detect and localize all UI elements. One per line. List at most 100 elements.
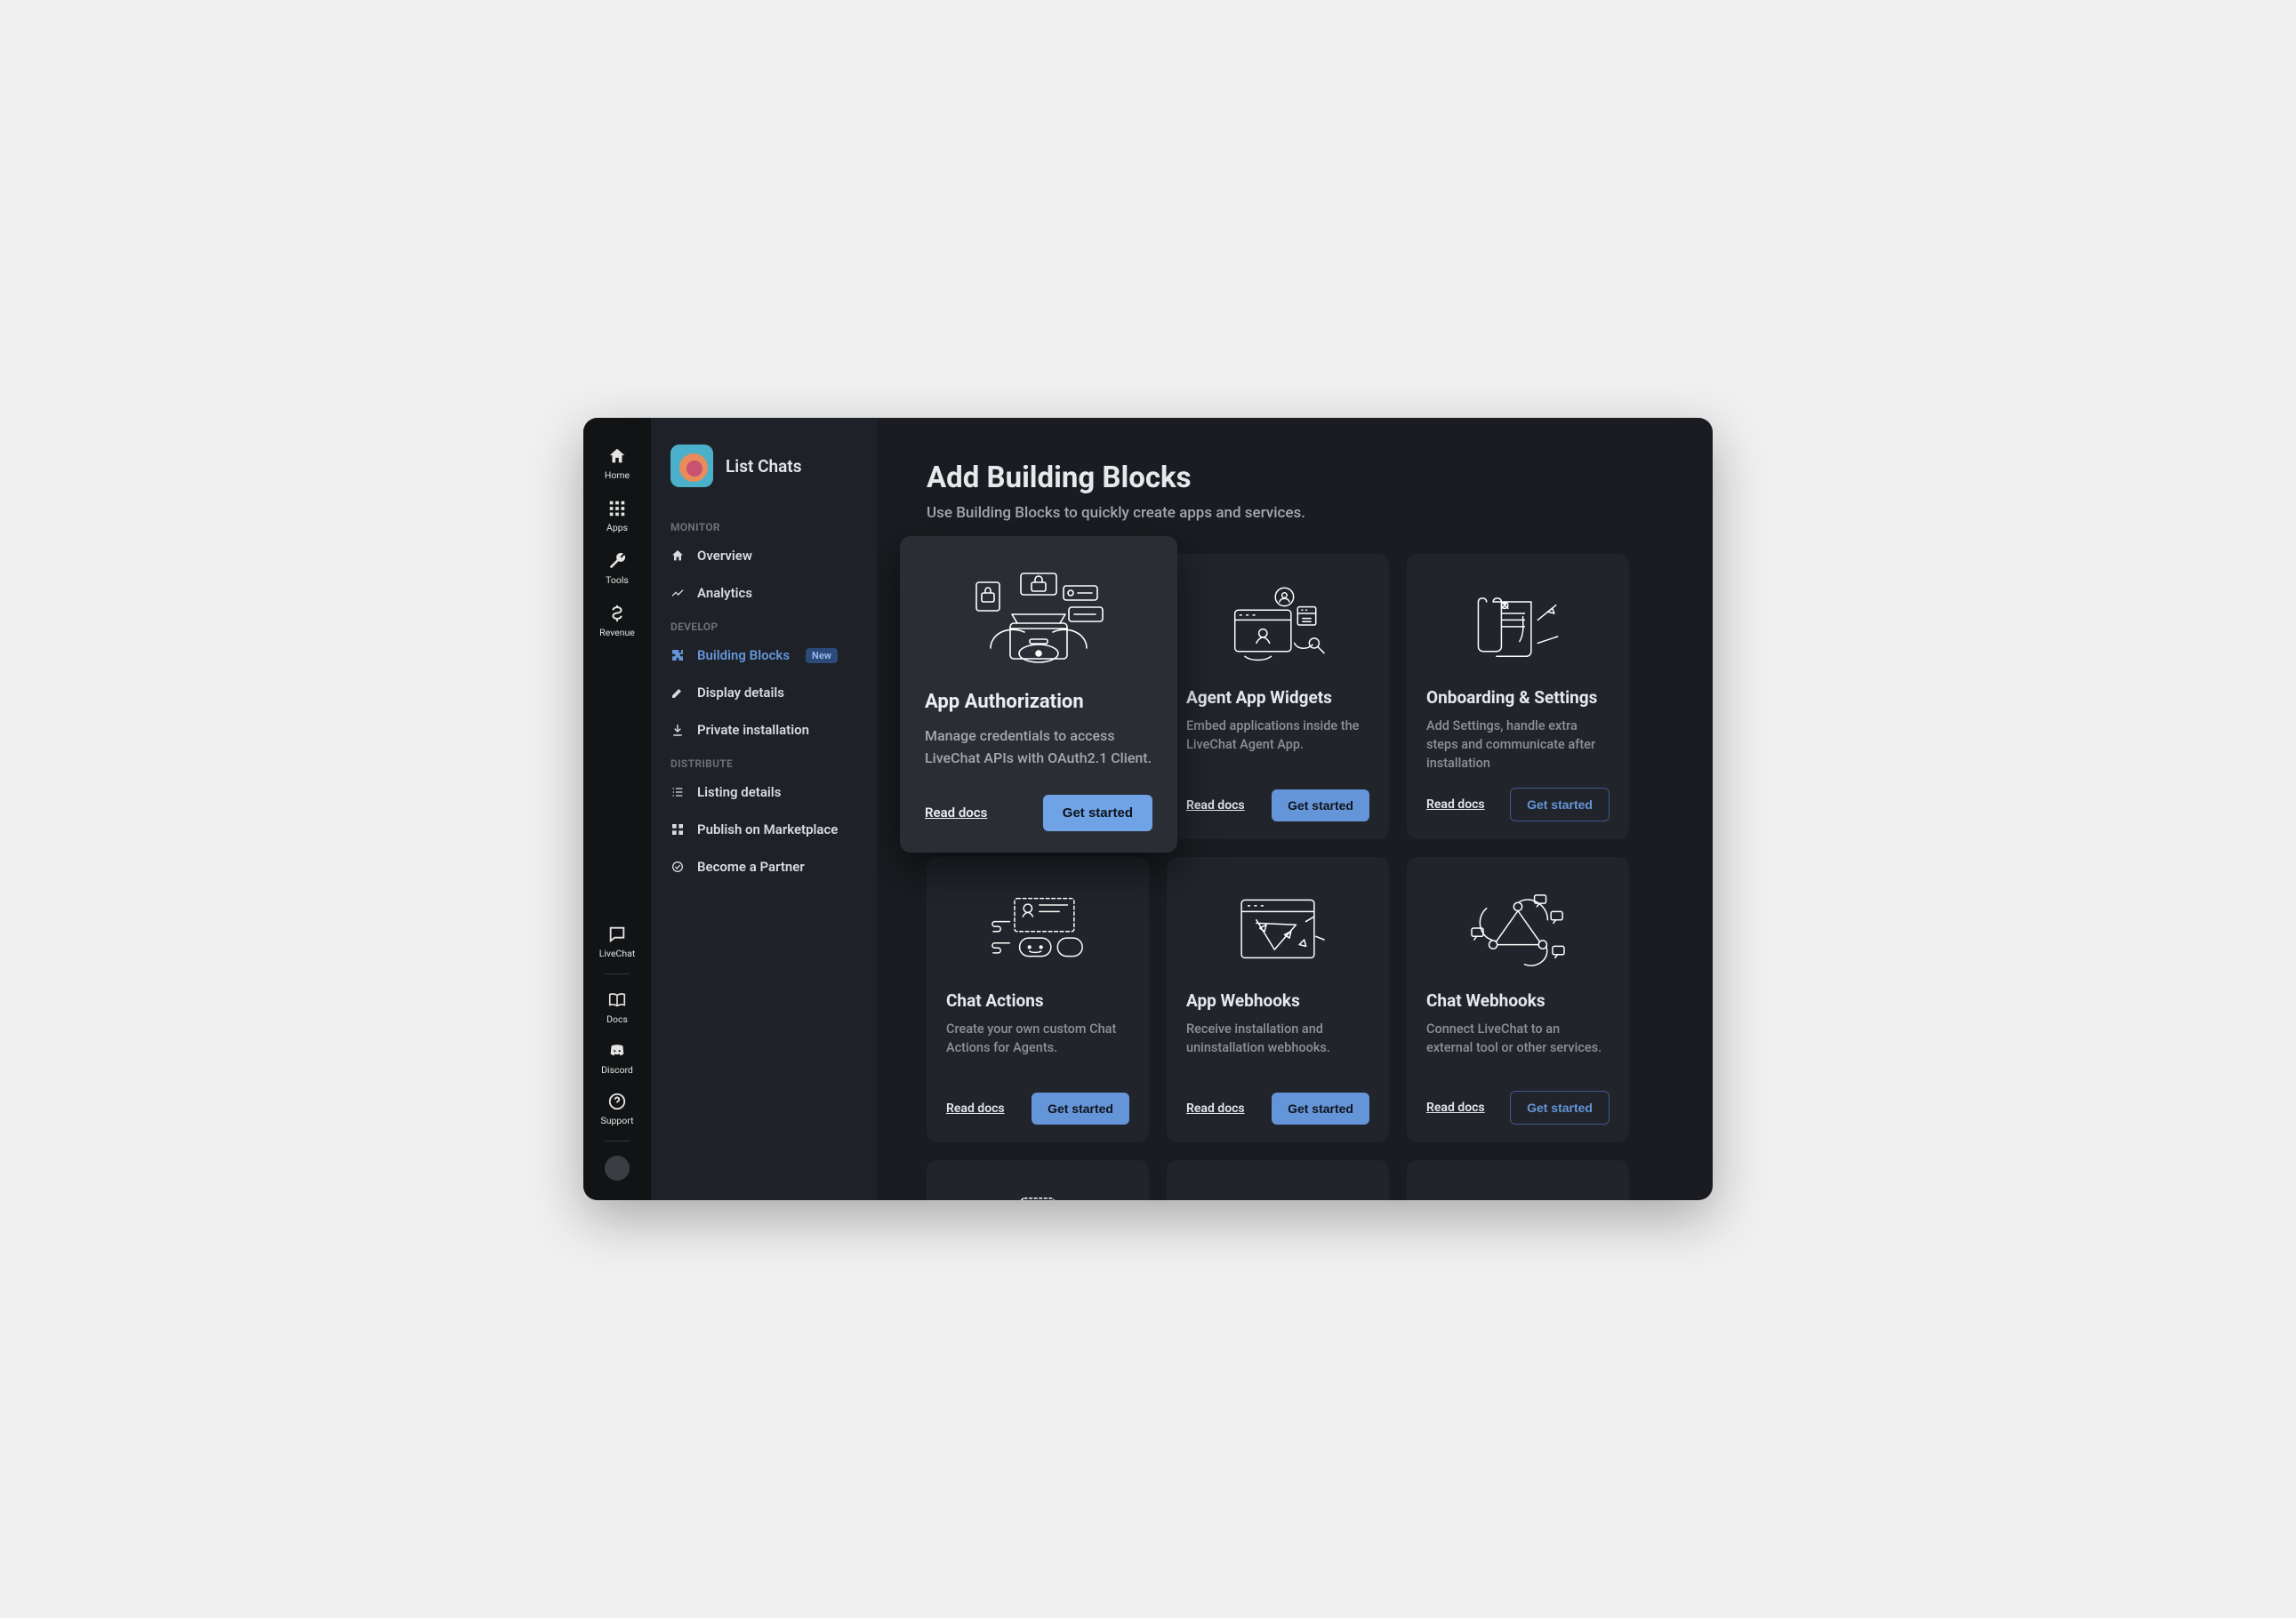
sidebar-item-private-installation[interactable]: Private installation: [651, 711, 877, 749]
sidebar-item-label: Listing details: [697, 784, 781, 800]
card-title: Chat Webhooks: [1426, 990, 1610, 1011]
app-title: List Chats: [726, 456, 801, 477]
featured-title: App Authorization: [925, 691, 1152, 713]
read-docs-link[interactable]: Read docs: [1186, 1101, 1245, 1116]
apps-icon: [607, 499, 627, 518]
new-badge: New: [806, 648, 838, 663]
nav-rail: Home Apps Tools Revenue LiveChat: [583, 418, 651, 1200]
sidebar-item-label: Publish on Marketplace: [697, 821, 838, 837]
wrench-icon: [607, 551, 627, 571]
sidebar-item-label: Analytics: [697, 585, 752, 601]
sidebar-item-label: Become a Partner: [697, 859, 805, 875]
card-partial: [1407, 1160, 1629, 1200]
home-icon: [607, 446, 627, 466]
read-docs-link[interactable]: Read docs: [1186, 798, 1245, 813]
section-distribute-label: DISTRIBUTE: [651, 749, 877, 773]
app-header: List Chats: [651, 445, 877, 512]
read-docs-link[interactable]: Read docs: [1426, 1101, 1485, 1115]
discord-icon: [607, 1041, 627, 1061]
rail-home[interactable]: Home: [599, 439, 635, 486]
book-icon: [607, 990, 627, 1010]
sidebar-item-publish-marketplace[interactable]: Publish on Marketplace: [651, 811, 877, 848]
sidebar-item-label: Overview: [697, 548, 752, 564]
card-desc: Create your own custom Chat Actions for …: [946, 1020, 1129, 1057]
rail-label: Apps: [606, 522, 628, 533]
get-started-button[interactable]: Get started: [1032, 1093, 1129, 1125]
card-illustration: [946, 878, 1129, 978]
card-title: App Webhooks: [1186, 990, 1369, 1011]
handshake-icon: [670, 860, 685, 874]
card-title: Agent App Widgets: [1186, 687, 1369, 708]
card-title: Onboarding & Settings: [1426, 687, 1610, 708]
sidebar-item-overview[interactable]: Overview: [651, 537, 877, 574]
dollar-icon: [607, 604, 627, 623]
get-started-button[interactable]: Get started: [1272, 1093, 1369, 1125]
rail-livechat[interactable]: LiveChat: [599, 917, 636, 965]
sidebar-item-label: Display details: [697, 685, 784, 701]
cards-grid: App Authorization Manage credentials to …: [927, 554, 1663, 1200]
rail-tools[interactable]: Tools: [599, 544, 635, 591]
home-icon: [670, 549, 685, 563]
sidebar-item-display-details[interactable]: Display details: [651, 674, 877, 711]
sidebar-item-building-blocks[interactable]: Building Blocks New: [651, 637, 877, 674]
card-app-webhooks: App Webhooks Receive installation and un…: [1167, 857, 1389, 1142]
help-icon: [607, 1092, 627, 1111]
rail-label: Discord: [601, 1064, 633, 1076]
page-subtitle: Use Building Blocks to quickly create ap…: [927, 504, 1663, 522]
avatar[interactable]: [605, 1156, 630, 1181]
puzzle-icon: [670, 648, 685, 662]
card-title: Chat Actions: [946, 990, 1129, 1011]
divider: [605, 973, 630, 974]
card-illustration: [1186, 575, 1369, 675]
featured-card-app-authorization: App Authorization Manage credentials to …: [900, 536, 1177, 853]
featured-desc: Manage credentials to access LiveChat AP…: [925, 725, 1152, 770]
read-docs-link[interactable]: Read docs: [946, 1101, 1005, 1116]
card-illustration: [1426, 878, 1610, 978]
sidebar-item-become-partner[interactable]: Become a Partner: [651, 848, 877, 885]
card-illustration: [946, 1181, 1129, 1200]
get-started-button[interactable]: Get started: [1510, 1091, 1610, 1125]
card-desc: Receive installation and uninstallation …: [1186, 1020, 1369, 1057]
rail-docs[interactable]: Docs: [599, 983, 636, 1030]
main-content: Add Building Blocks Use Building Blocks …: [877, 418, 1713, 1200]
featured-slot: App Authorization Manage credentials to …: [927, 554, 1149, 839]
read-docs-link[interactable]: Read docs: [1426, 797, 1485, 812]
sidebar-item-listing-details[interactable]: Listing details: [651, 773, 877, 811]
card-chat-webhooks: Chat Webhooks Connect LiveChat to an ext…: [1407, 857, 1629, 1142]
card-partial: [927, 1160, 1149, 1200]
chat-icon: [607, 925, 627, 944]
get-started-button[interactable]: Get started: [1043, 795, 1152, 831]
grid-icon: [670, 822, 685, 837]
section-develop-label: DEVELOP: [651, 612, 877, 637]
card-illustration: [1426, 575, 1610, 675]
card-illustration: [1186, 878, 1369, 978]
sidebar-item-label: Building Blocks: [697, 647, 790, 663]
rail-label: LiveChat: [599, 948, 636, 959]
card-desc: Embed applications inside the LiveChat A…: [1186, 717, 1369, 754]
read-docs-link[interactable]: Read docs: [925, 805, 987, 821]
rail-label: Revenue: [599, 627, 635, 638]
list-icon: [670, 785, 685, 799]
get-started-button[interactable]: Get started: [1510, 788, 1610, 821]
app-window: Home Apps Tools Revenue LiveChat: [583, 418, 1713, 1200]
card-onboarding-settings: Onboarding & Settings Add Settings, hand…: [1407, 554, 1629, 839]
rail-apps[interactable]: Apps: [599, 492, 635, 539]
sidebar-item-analytics[interactable]: Analytics: [651, 574, 877, 612]
download-icon: [670, 723, 685, 737]
card-illustration: [925, 563, 1152, 671]
page-title: Add Building Blocks: [927, 461, 1663, 495]
get-started-button[interactable]: Get started: [1272, 789, 1369, 821]
rail-revenue[interactable]: Revenue: [599, 597, 635, 644]
card-chat-actions: Chat Actions Create your own custom Chat…: [927, 857, 1149, 1142]
sidebar: List Chats MONITOR Overview Analytics DE…: [651, 418, 877, 1200]
rail-discord[interactable]: Discord: [599, 1034, 636, 1081]
card-desc: Connect LiveChat to an external tool or …: [1426, 1020, 1610, 1057]
rail-support[interactable]: Support: [599, 1085, 636, 1132]
section-monitor-label: MONITOR: [651, 512, 877, 537]
trend-icon: [670, 586, 685, 600]
card-agent-app-widgets: Agent App Widgets Embed applications ins…: [1167, 554, 1389, 839]
pencil-icon: [670, 685, 685, 700]
rail-label: Tools: [606, 574, 629, 586]
rail-label: Support: [600, 1115, 633, 1126]
rail-label: Home: [605, 469, 630, 481]
